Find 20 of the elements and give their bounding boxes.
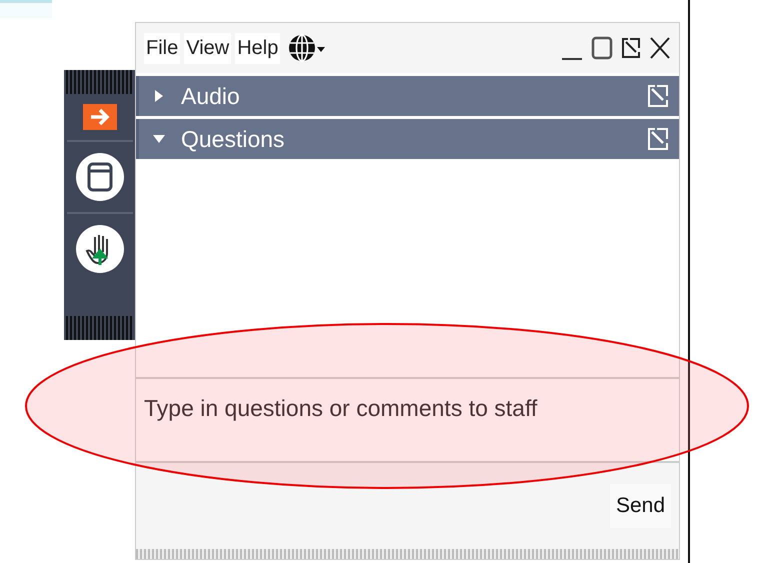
expand-caret-icon [153, 133, 165, 145]
arrow-icon[interactable] [82, 104, 116, 130]
menu-item[interactable]: View [184, 32, 232, 64]
resize-grip[interactable] [136, 549, 679, 559]
grip-handle[interactable] [66, 70, 134, 94]
popout-icon[interactable] [621, 37, 641, 59]
globe-icon[interactable] [288, 32, 326, 64]
maximize-icon[interactable] [591, 35, 613, 61]
grip-handle[interactable] [66, 316, 134, 340]
menu-item[interactable]: Help [235, 32, 280, 64]
panel-header[interactable]: Questions [136, 119, 679, 159]
panel-title: Audio [181, 82, 241, 110]
window-icon[interactable] [74, 152, 124, 202]
panel-title: Questions [181, 126, 286, 152]
send-button[interactable]: Send [610, 484, 671, 528]
close-icon[interactable] [649, 36, 671, 60]
menu-item[interactable]: File [144, 32, 180, 64]
expand-caret-icon [153, 90, 165, 102]
panel-header[interactable]: Audio [136, 76, 679, 116]
raise-hand-icon[interactable] [74, 224, 124, 274]
